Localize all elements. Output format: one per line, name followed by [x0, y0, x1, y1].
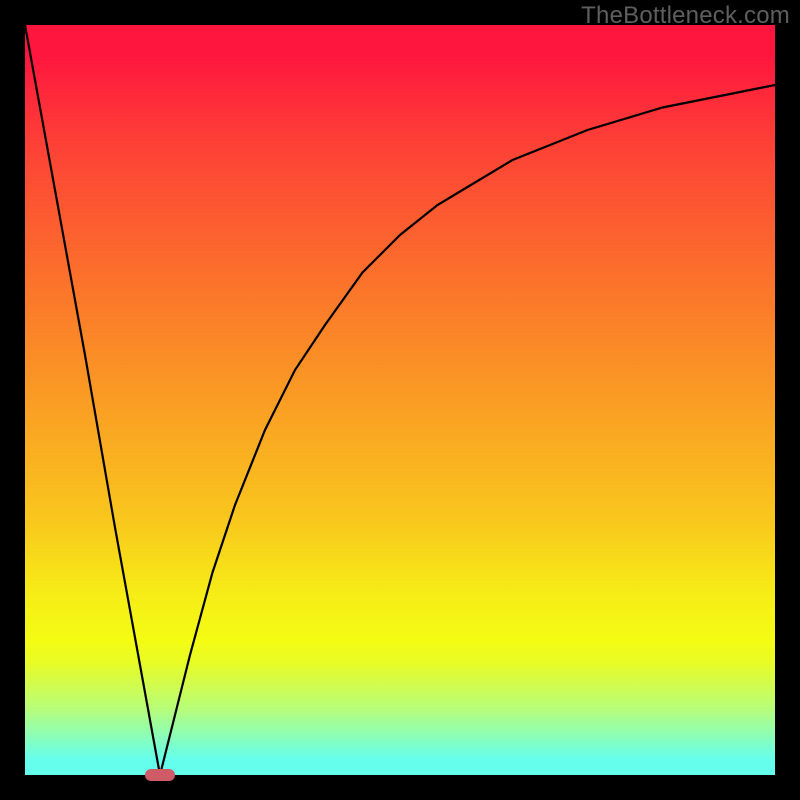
plot-area [25, 25, 775, 775]
watermark-text: TheBottleneck.com [581, 2, 790, 30]
curve-layer [25, 25, 775, 775]
chart-frame: TheBottleneck.com [0, 0, 800, 800]
optimum-marker [145, 769, 175, 781]
bottleneck-curve-left [25, 25, 160, 775]
bottleneck-curve-right [160, 85, 775, 775]
